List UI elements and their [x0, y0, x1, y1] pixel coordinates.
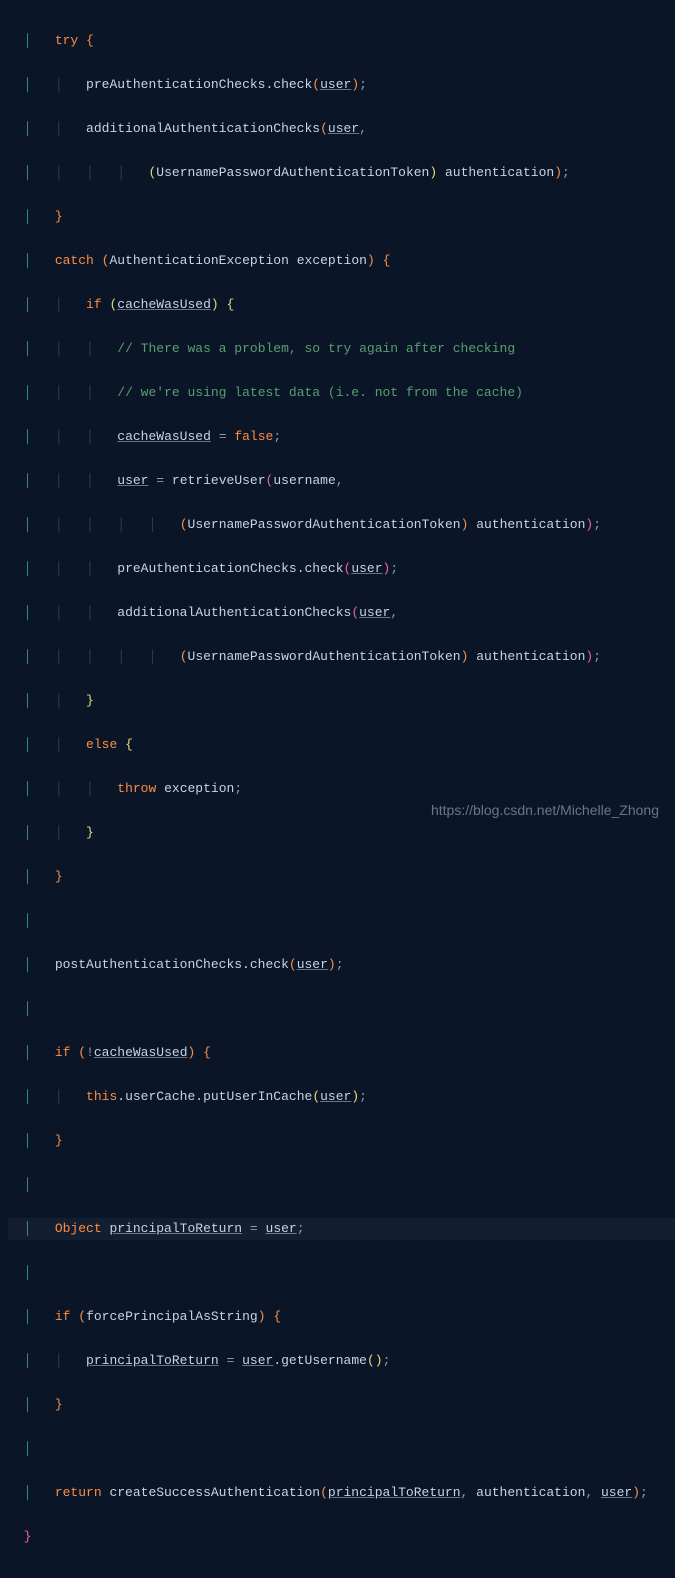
- type-object: Object: [55, 1221, 102, 1236]
- var-user: user: [117, 473, 148, 488]
- var-auth: authentication: [445, 165, 554, 180]
- keyword-if: if: [55, 1309, 71, 1324]
- code-editor[interactable]: │ try { │ │ preAuthenticationChecks.chec…: [0, 0, 675, 1578]
- method-call: retrieveUser: [172, 473, 266, 488]
- comment: // we're using latest data (i.e. not fro…: [117, 385, 523, 400]
- var-user: user: [359, 605, 390, 620]
- var-principal: principalToReturn: [86, 1353, 219, 1368]
- keyword-this: this: [86, 1089, 117, 1104]
- const-false: false: [234, 429, 273, 444]
- var-user: user: [297, 957, 328, 972]
- var-principal: principalToReturn: [328, 1485, 461, 1500]
- var-exception: exception: [164, 781, 234, 796]
- keyword-if: if: [55, 1045, 71, 1060]
- var-cache: cacheWasUsed: [94, 1045, 188, 1060]
- type-name: UsernamePasswordAuthenticationToken: [188, 649, 461, 664]
- method-call: .getUsername: [273, 1353, 367, 1368]
- method-call: preAuthenticationChecks.check: [117, 561, 343, 576]
- watermark: https://blog.csdn.net/Michelle_Zhong: [431, 799, 659, 821]
- type-name: AuthenticationException: [109, 253, 288, 268]
- var-user: user: [320, 1089, 351, 1104]
- keyword-catch: catch: [55, 253, 94, 268]
- var-user: user: [328, 121, 359, 136]
- var-cache: cacheWasUsed: [117, 429, 211, 444]
- var-user: user: [351, 561, 382, 576]
- method-call: postAuthenticationChecks.check: [55, 957, 289, 972]
- var-user: user: [601, 1485, 632, 1500]
- var-auth: authentication: [476, 649, 585, 664]
- method-call: additionalAuthenticationChecks: [117, 605, 351, 620]
- method-call: .userCache.putUserInCache: [117, 1089, 312, 1104]
- keyword-else: else: [86, 737, 117, 752]
- method-call: preAuthenticationChecks.check: [86, 77, 312, 92]
- var-auth: authentication: [476, 1485, 585, 1500]
- var-exception: exception: [297, 253, 367, 268]
- var-principal: principalToReturn: [109, 1221, 242, 1236]
- var-cache: cacheWasUsed: [117, 297, 211, 312]
- type-name: UsernamePasswordAuthenticationToken: [188, 517, 461, 532]
- method-call: createSuccessAuthentication: [109, 1485, 320, 1500]
- var-user: user: [320, 77, 351, 92]
- var-user: user: [242, 1353, 273, 1368]
- keyword-try: try: [55, 33, 78, 48]
- var-user: user: [266, 1221, 297, 1236]
- type-name: UsernamePasswordAuthenticationToken: [156, 165, 429, 180]
- var-username: username: [273, 473, 335, 488]
- keyword-throw: throw: [117, 781, 156, 796]
- method-call: additionalAuthenticationChecks: [86, 121, 320, 136]
- keyword-if: if: [86, 297, 102, 312]
- var-force: forcePrincipalAsString: [86, 1309, 258, 1324]
- comment: // There was a problem, so try again aft…: [117, 341, 515, 356]
- var-auth: authentication: [476, 517, 585, 532]
- keyword-return: return: [55, 1485, 102, 1500]
